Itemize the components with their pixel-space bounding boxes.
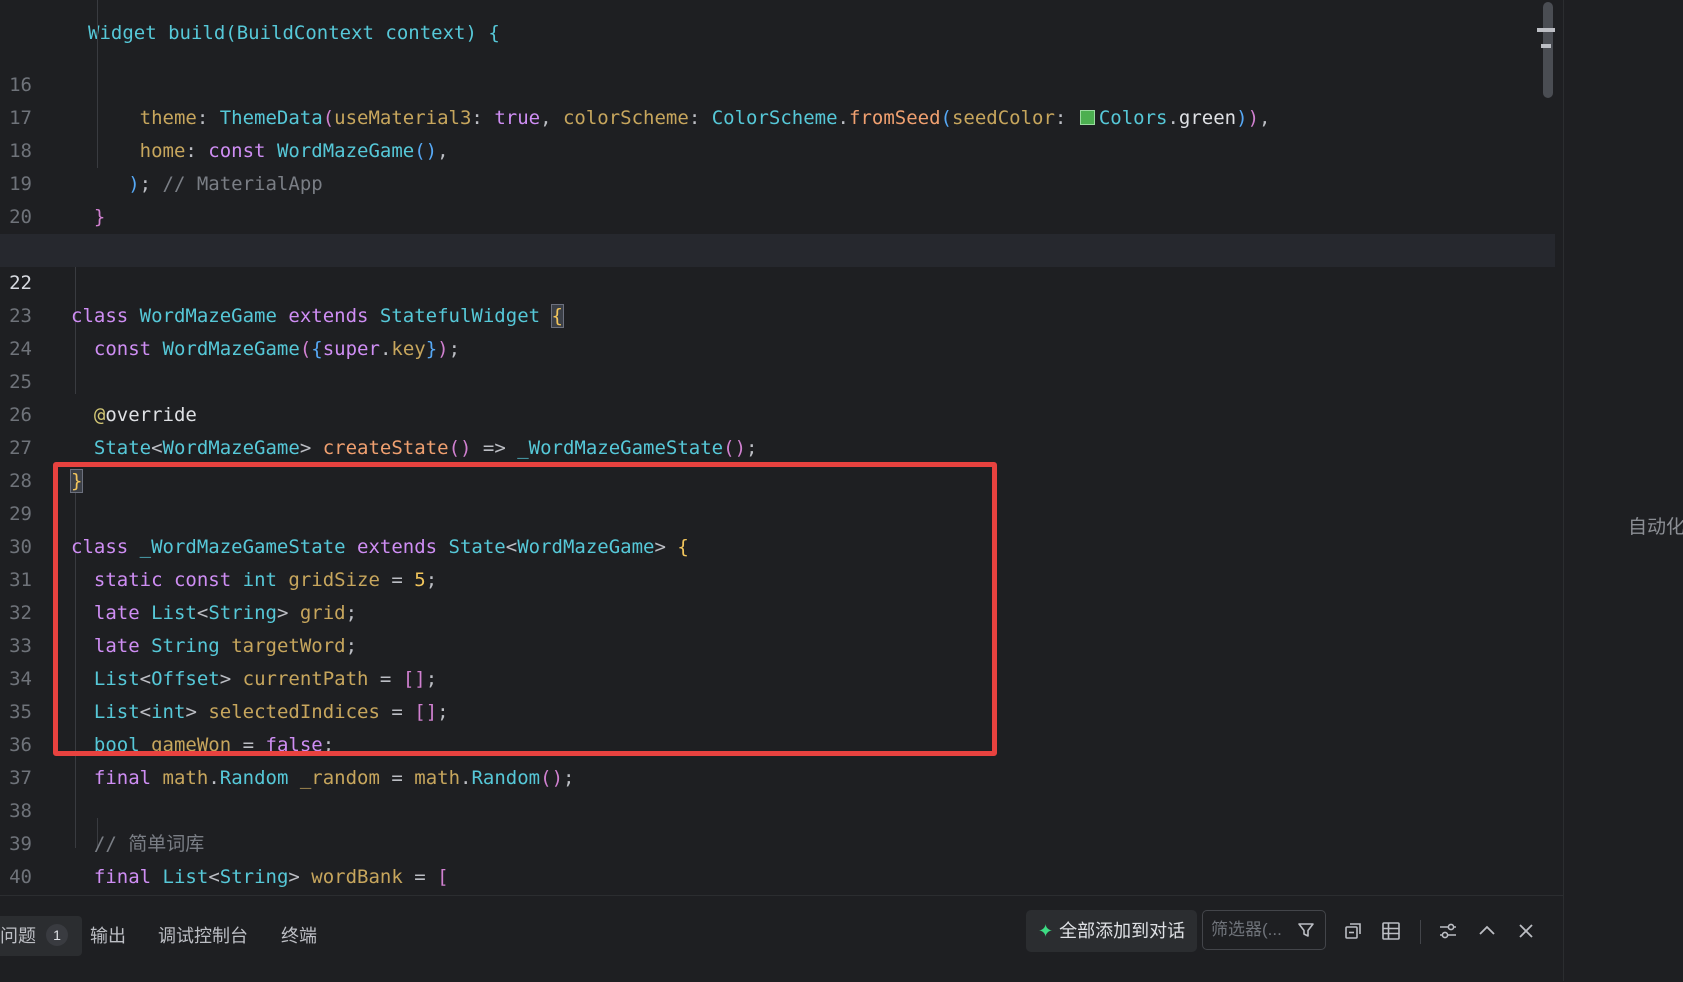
code-line-24[interactable]: 24 xyxy=(0,300,1555,360)
code-line-35[interactable]: 35 bool gameWon = false; xyxy=(0,663,1555,756)
code-line-41[interactable]: 41 ]; xyxy=(0,861,1555,894)
scrollbar-thumb[interactable] xyxy=(1543,2,1553,98)
code-line-22[interactable]: 22 class WordMazeGame extends StatefulWi… xyxy=(0,234,1555,328)
sparkle-icon: ✦ xyxy=(1038,921,1054,941)
code-line-19[interactable]: 19 } xyxy=(0,135,1555,228)
code-line-36[interactable]: 36 final math.Random _random = math.Rand… xyxy=(0,696,1555,789)
code-line-40[interactable]: 40 'CAT', 'DOG', 'SUN', 'MOON', 'STAR', … xyxy=(0,828,1555,888)
filter-placeholder: 筛选器(... xyxy=(1211,920,1282,939)
add-all-to-chat-button[interactable]: ✦ 全部添加到对话 xyxy=(1026,910,1198,952)
collapse-all-icon[interactable] xyxy=(1342,920,1364,942)
code-line-25[interactable]: 25 @override xyxy=(0,333,1555,426)
filter-input[interactable]: 筛选器(... xyxy=(1202,910,1326,950)
tab-terminal[interactable]: 终端 xyxy=(281,916,317,956)
side-panel-label: 自动化 xyxy=(1628,517,1683,538)
tab-label: 输出 xyxy=(90,926,126,946)
tab-debug-console[interactable]: 调试控制台 xyxy=(158,916,248,956)
tab-problems[interactable]: 问题 1 xyxy=(0,916,82,956)
scroll-marker xyxy=(1537,28,1555,32)
code-line-34[interactable]: 34 List<int> selectedIndices = []; xyxy=(0,630,1555,723)
add-all-label: 全部添加到对话 xyxy=(1059,921,1186,941)
code-line-16[interactable]: 16 theme: ThemeData(useMaterial3: true, … xyxy=(0,36,1555,129)
scroll-marker xyxy=(1541,44,1551,48)
code-line-17[interactable]: 17 home: const WordMazeGame(), xyxy=(0,69,1555,162)
code-line-37[interactable]: 37 xyxy=(0,729,1555,789)
tab-label: 调试控制台 xyxy=(158,926,248,946)
code-line-21[interactable]: 21 xyxy=(0,201,1555,261)
code-line-32[interactable]: 32 late String targetWord; xyxy=(0,564,1555,657)
filter-icon[interactable] xyxy=(1297,921,1315,939)
tab-label: 终端 xyxy=(281,926,317,946)
code-line-29[interactable]: 29 class _WordMazeGameState extends Stat… xyxy=(0,465,1555,558)
problem-count-badge: 1 xyxy=(46,924,68,946)
settings-icon[interactable] xyxy=(1437,920,1459,942)
tab-output[interactable]: 输出 xyxy=(90,916,126,956)
vertical-scrollbar[interactable] xyxy=(1540,0,1554,895)
code-line-33[interactable]: 33 List<Offset> currentPath = []; xyxy=(0,597,1555,690)
code-line-39[interactable]: 39 final List<String> wordBank = [ xyxy=(0,795,1555,888)
toolbar-divider xyxy=(1420,920,1421,944)
close-icon[interactable] xyxy=(1515,920,1537,942)
code-line-23[interactable]: 23 const WordMazeGame({super.key}); xyxy=(0,267,1555,360)
code-line-28[interactable]: 28 xyxy=(0,432,1555,492)
code-line-31[interactable]: 31 late List<String> grid; xyxy=(0,531,1555,624)
chevron-up-icon[interactable] xyxy=(1476,920,1498,942)
code-line-18[interactable]: 18 ); // MaterialApp xyxy=(0,102,1555,195)
code-line-20[interactable]: 20 } xyxy=(0,168,1555,261)
code-line-partial: Widget build(BuildContext context) { xyxy=(0,0,1555,44)
code-editor[interactable]: Widget build(BuildContext context) { 16 … xyxy=(0,0,1563,895)
side-panel: 自动化 xyxy=(1563,0,1683,981)
code-line-26[interactable]: 26 State<WordMazeGame> createState() => … xyxy=(0,366,1555,459)
code-line-30[interactable]: 30 static const int gridSize = 5; xyxy=(0,498,1555,591)
code-line-27[interactable]: 27 } xyxy=(0,399,1555,493)
tab-label: 问题 xyxy=(0,926,36,946)
bottom-panel: 问题 1 输出 调试控制台 终端 ✦ 全部添加到对话 筛选器(... xyxy=(0,895,1563,982)
table-icon[interactable] xyxy=(1380,920,1402,942)
code-line-38[interactable]: 38 // 简单词库 xyxy=(0,762,1555,855)
